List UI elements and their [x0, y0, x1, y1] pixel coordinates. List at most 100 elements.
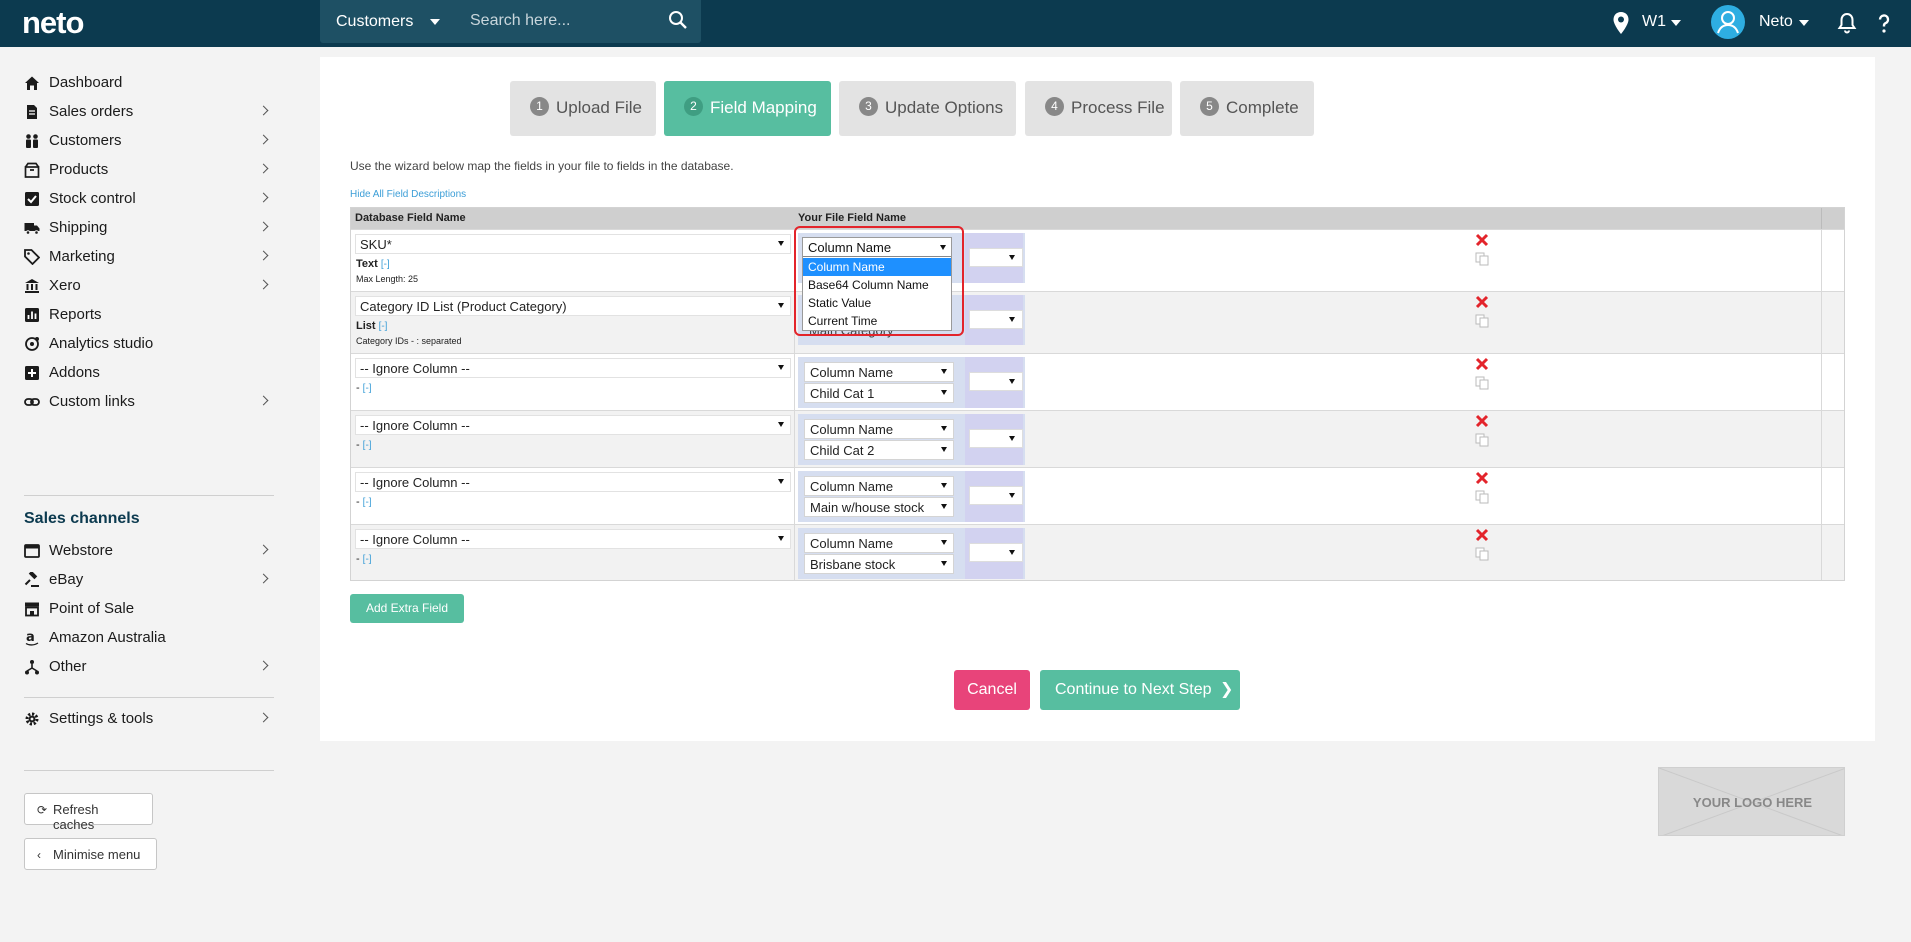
db-field-select[interactable]: SKU* — [355, 234, 791, 254]
copy-row-icon[interactable] — [1475, 252, 1489, 266]
sidebar-item-dashboard[interactable]: Dashboard — [24, 69, 274, 99]
delete-row-icon[interactable] — [1475, 471, 1489, 485]
delete-row-icon[interactable] — [1475, 295, 1489, 309]
chevron-right-icon — [258, 250, 269, 261]
location-selector[interactable]: W1 — [1642, 13, 1666, 31]
logo-placeholder-text: YOUR LOGO HERE — [1692, 795, 1813, 810]
minimise-menu-label: Minimise menu — [53, 847, 141, 862]
sidebar-item-label: Webstore — [49, 542, 113, 559]
db-field-select[interactable]: -- Ignore Column -- — [355, 358, 791, 378]
location-pin-icon[interactable] — [1610, 11, 1632, 35]
mapping-mode-select[interactable]: Column Name — [804, 362, 954, 382]
help-icon[interactable] — [1874, 12, 1894, 34]
copy-row-icon[interactable] — [1475, 547, 1489, 561]
sidebar-item-xero[interactable]: Xero — [24, 272, 274, 302]
sidebar-item-products[interactable]: Products — [24, 156, 274, 186]
delete-row-icon[interactable] — [1475, 528, 1489, 542]
delete-row-icon[interactable] — [1475, 357, 1489, 371]
collapse-toggle[interactable]: [-] — [379, 321, 388, 332]
minimise-menu-button[interactable]: ‹ Minimise menu — [24, 838, 157, 870]
copy-row-icon[interactable] — [1475, 433, 1489, 447]
sidebar-item-point-of-sale[interactable]: Point of Sale — [24, 595, 274, 625]
collapse-toggle[interactable]: [-] — [363, 554, 372, 565]
sidebar-item-reports[interactable]: Reports — [24, 301, 274, 331]
sidebar-item-webstore[interactable]: Webstore — [24, 537, 274, 567]
mapping-extra-select[interactable] — [969, 372, 1023, 391]
search-input[interactable]: Search here... — [470, 12, 571, 30]
mapping-column-value: Child Cat 1 — [810, 386, 875, 401]
collapse-toggle[interactable]: [-] — [381, 259, 390, 270]
chevron-down-icon[interactable] — [1671, 20, 1681, 26]
mapping-mode-select[interactable]: Column Name — [804, 533, 954, 553]
chevron-down-icon — [1009, 379, 1015, 384]
collapse-toggle[interactable]: [-] — [363, 440, 372, 451]
sidebar-item-customers[interactable]: Customers — [24, 127, 274, 157]
search-scope-select[interactable]: Customers — [336, 13, 413, 31]
sidebar-item-settings[interactable]: Settings & tools — [24, 705, 274, 735]
step-number: 5 — [1200, 97, 1219, 116]
wizard-step-process-file[interactable]: 4 Process File — [1025, 81, 1172, 136]
bell-icon[interactable] — [1837, 12, 1857, 34]
db-field-select[interactable]: -- Ignore Column -- — [355, 529, 791, 549]
sidebar-item-ebay[interactable]: eBay — [24, 566, 274, 596]
neto-logo[interactable]: neto — [22, 5, 84, 41]
mapping-column-select[interactable]: Brisbane stock — [804, 554, 954, 574]
mapping-column-select[interactable]: Child Cat 1 — [804, 383, 954, 403]
add-extra-field-button[interactable]: Add Extra Field — [350, 594, 464, 623]
continue-next-step-button[interactable]: Continue to Next Step ❯ — [1040, 670, 1240, 710]
refresh-caches-button[interactable]: ⟳ Refresh caches — [24, 793, 153, 832]
chevron-down-icon — [941, 561, 947, 566]
chevron-right-icon — [258, 279, 269, 290]
mapping-extra-select[interactable] — [969, 310, 1023, 329]
mapping-mode-select[interactable]: Column Name — [804, 419, 954, 439]
sidebar-item-stock-control[interactable]: Stock control — [24, 185, 274, 215]
user-menu[interactable]: Neto — [1759, 13, 1793, 31]
hide-descriptions-link[interactable]: Hide All Field Descriptions — [350, 189, 466, 200]
search-icon[interactable] — [668, 10, 688, 30]
delete-row-icon[interactable] — [1475, 414, 1489, 428]
collapse-toggle[interactable]: [-] — [363, 383, 372, 394]
table-row: -- Ignore Column -- - [-] Column Name Mai… — [351, 467, 1844, 524]
box-icon — [24, 162, 40, 178]
sidebar-item-addons[interactable]: Addons — [24, 359, 274, 389]
wizard-step-update-options[interactable]: 3 Update Options — [839, 81, 1016, 136]
db-field-select[interactable]: -- Ignore Column -- — [355, 472, 791, 492]
avatar[interactable] — [1711, 5, 1745, 39]
mapping-extra-select[interactable] — [969, 429, 1023, 448]
chevron-down-icon[interactable] — [1799, 20, 1809, 26]
mapping-column-select[interactable]: Main w/house stock — [804, 497, 954, 517]
delete-row-icon[interactable] — [1475, 233, 1489, 247]
collapse-toggle[interactable]: [-] — [363, 497, 372, 508]
copy-row-icon[interactable] — [1475, 490, 1489, 504]
mapping-extra-select[interactable] — [969, 543, 1023, 562]
chevron-down-icon[interactable] — [430, 19, 440, 25]
link-icon — [24, 398, 40, 406]
sidebar-item-amazon-australia[interactable]: a Amazon Australia — [24, 624, 274, 654]
sidebar-item-custom-links[interactable]: Custom links — [24, 388, 274, 418]
copy-row-icon[interactable] — [1475, 376, 1489, 390]
sidebar-item-sales-orders[interactable]: Sales orders — [24, 98, 274, 128]
sidebar-item-marketing[interactable]: Marketing — [24, 243, 274, 273]
db-field-select[interactable]: -- Ignore Column -- — [355, 415, 791, 435]
db-field-value: SKU* — [360, 237, 392, 252]
field-type-label: - — [356, 496, 360, 508]
mapping-extra-box — [965, 414, 1023, 465]
column-divider — [794, 411, 795, 467]
chevron-right-icon — [258, 163, 269, 174]
cancel-button[interactable]: Cancel — [954, 670, 1030, 710]
sidebar-item-analytics-studio[interactable]: Analytics studio — [24, 330, 274, 360]
mapping-extra-select[interactable] — [969, 486, 1023, 505]
mapping-mode-select[interactable]: Column Name — [804, 476, 954, 496]
mapping-column-value: Main w/house stock — [810, 500, 925, 515]
db-field-value: -- Ignore Column -- — [360, 418, 470, 433]
mapping-extra-select[interactable] — [969, 248, 1023, 267]
chevron-down-icon — [1009, 255, 1015, 260]
sidebar-item-shipping[interactable]: Shipping — [24, 214, 274, 244]
sidebar-item-other[interactable]: Other — [24, 653, 274, 683]
wizard-step-field-mapping[interactable]: 2 Field Mapping — [664, 81, 831, 136]
copy-row-icon[interactable] — [1475, 314, 1489, 328]
db-field-select[interactable]: Category ID List (Product Category) — [355, 296, 791, 316]
wizard-step-upload-file[interactable]: 1 Upload File — [510, 81, 656, 136]
mapping-column-select[interactable]: Child Cat 2 — [804, 440, 954, 460]
wizard-step-complete[interactable]: 5 Complete — [1180, 81, 1314, 136]
